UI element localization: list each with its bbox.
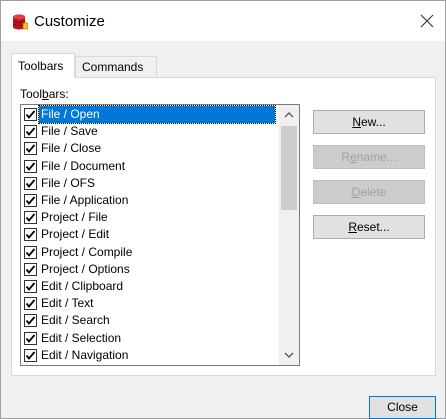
toolbar-checkbox[interactable]	[24, 159, 37, 173]
checkmark-icon	[25, 110, 36, 119]
tab-commands[interactable]: Commands	[75, 56, 157, 77]
toolbar-checkbox[interactable]	[24, 228, 37, 242]
toolbar-checkbox[interactable]	[24, 108, 37, 121]
toolbar-checkbox[interactable]	[24, 194, 37, 207]
checkmark-icon	[25, 282, 36, 291]
toolbar-label: Project / File	[41, 210, 108, 225]
toolbar-label: File / Open	[38, 105, 276, 124]
toolbar-label: File / Close	[41, 141, 102, 156]
toolbar-list-item[interactable]: Edit / Search	[21, 312, 278, 329]
toolbar-list-item[interactable]: Project / Options	[21, 261, 278, 278]
toolbar-checkbox[interactable]	[24, 331, 37, 345]
toolbar-label: File / OFS	[41, 175, 96, 190]
toolbar-checkbox[interactable]	[24, 262, 37, 276]
toolbar-label: Edit / Text	[41, 296, 94, 311]
toolbars-label: Toolbars:	[20, 87, 69, 101]
checkmark-icon	[25, 334, 36, 343]
checkmark-icon	[25, 179, 36, 188]
toolbar-list-item[interactable]: File / Close	[21, 140, 278, 157]
tab-toolbars[interactable]: Toolbars	[11, 53, 75, 78]
toolbar-list-item[interactable]: Edit / Text	[21, 295, 278, 312]
toolbar-list-item[interactable]: Edit / Selection	[21, 330, 278, 347]
toolbar-list-item[interactable]: File / OFS	[21, 175, 278, 192]
checkmark-icon	[25, 248, 36, 257]
new-button[interactable]: New...	[313, 110, 425, 134]
checkmark-icon	[25, 299, 36, 309]
toolbar-list-item[interactable]: Project / File	[21, 209, 278, 226]
toolbar-list-item[interactable]: Edit / Navigation	[21, 347, 278, 364]
toolbar-checkbox[interactable]	[24, 211, 37, 225]
toolbar-checkbox[interactable]	[24, 280, 37, 293]
database-stack-icon	[12, 14, 29, 30]
toolbar-label: File / Document	[41, 158, 126, 173]
toolbar-label: Project / Edit	[41, 227, 110, 242]
chevron-up-icon[interactable]	[279, 105, 299, 125]
checkmark-icon	[25, 162, 36, 171]
toolbar-checkbox[interactable]	[24, 314, 37, 328]
toolbar-label: Edit / Clipboard	[41, 279, 124, 293]
toolbar-list-item[interactable]: Project / Edit	[21, 226, 278, 243]
toolbar-checkbox[interactable]	[24, 176, 37, 190]
checkmark-icon	[25, 316, 36, 326]
toolbar-list-item[interactable]: File / Save	[21, 123, 278, 140]
toolbar-label: File / Save	[41, 124, 98, 139]
close-button[interactable]: Close	[369, 396, 436, 419]
title-bar: Customize	[1, 1, 445, 41]
toolbar-list-item[interactable]: Edit / Clipboard	[21, 278, 278, 295]
vertical-scrollbar[interactable]	[279, 105, 299, 365]
toolbar-label: Project / Options	[41, 261, 130, 276]
scrollbar-thumb[interactable]	[281, 126, 297, 210]
toolbar-label: Edit / Search	[41, 313, 110, 328]
checkmark-icon	[25, 127, 36, 137]
delete-button[interactable]: Delete	[313, 180, 425, 204]
toolbars-list[interactable]: File / Open File / Save File / Close File /…	[20, 104, 300, 366]
toolbar-list-item[interactable]: File / Document	[21, 158, 278, 175]
toolbar-list-item[interactable]: Project / Compile	[21, 244, 278, 261]
toolbar-label: File / Application	[41, 193, 129, 207]
toolbar-checkbox[interactable]	[24, 125, 37, 139]
reset-button[interactable]: Reset...	[313, 215, 425, 239]
toolbar-checkbox[interactable]	[24, 245, 37, 259]
toolbar-list-item[interactable]: File / Application	[21, 192, 278, 209]
checkmark-icon	[25, 144, 36, 154]
checkmark-icon	[25, 351, 36, 360]
toolbar-label: Project / Compile	[41, 244, 133, 259]
toolbar-label: Edit / Selection	[41, 330, 122, 345]
toolbar-checkbox[interactable]	[24, 297, 37, 311]
checkmark-icon	[25, 230, 36, 240]
chevron-down-icon[interactable]	[279, 345, 299, 365]
toolbar-checkbox[interactable]	[24, 348, 37, 362]
toolbar-list-item[interactable]: File / Open	[21, 105, 278, 124]
checkmark-icon	[25, 213, 36, 223]
rename-button[interactable]: Rename...	[313, 145, 425, 169]
window-title: Customize	[34, 13, 105, 30]
checkmark-icon	[25, 196, 36, 205]
toolbar-label: Edit / Navigation	[41, 347, 129, 362]
toolbar-checkbox[interactable]	[24, 142, 37, 156]
checkmark-icon	[25, 265, 36, 274]
close-icon[interactable]	[415, 9, 439, 33]
customize-dialog: Customize Toolbars Commands Toolbars: Fi…	[0, 0, 446, 419]
